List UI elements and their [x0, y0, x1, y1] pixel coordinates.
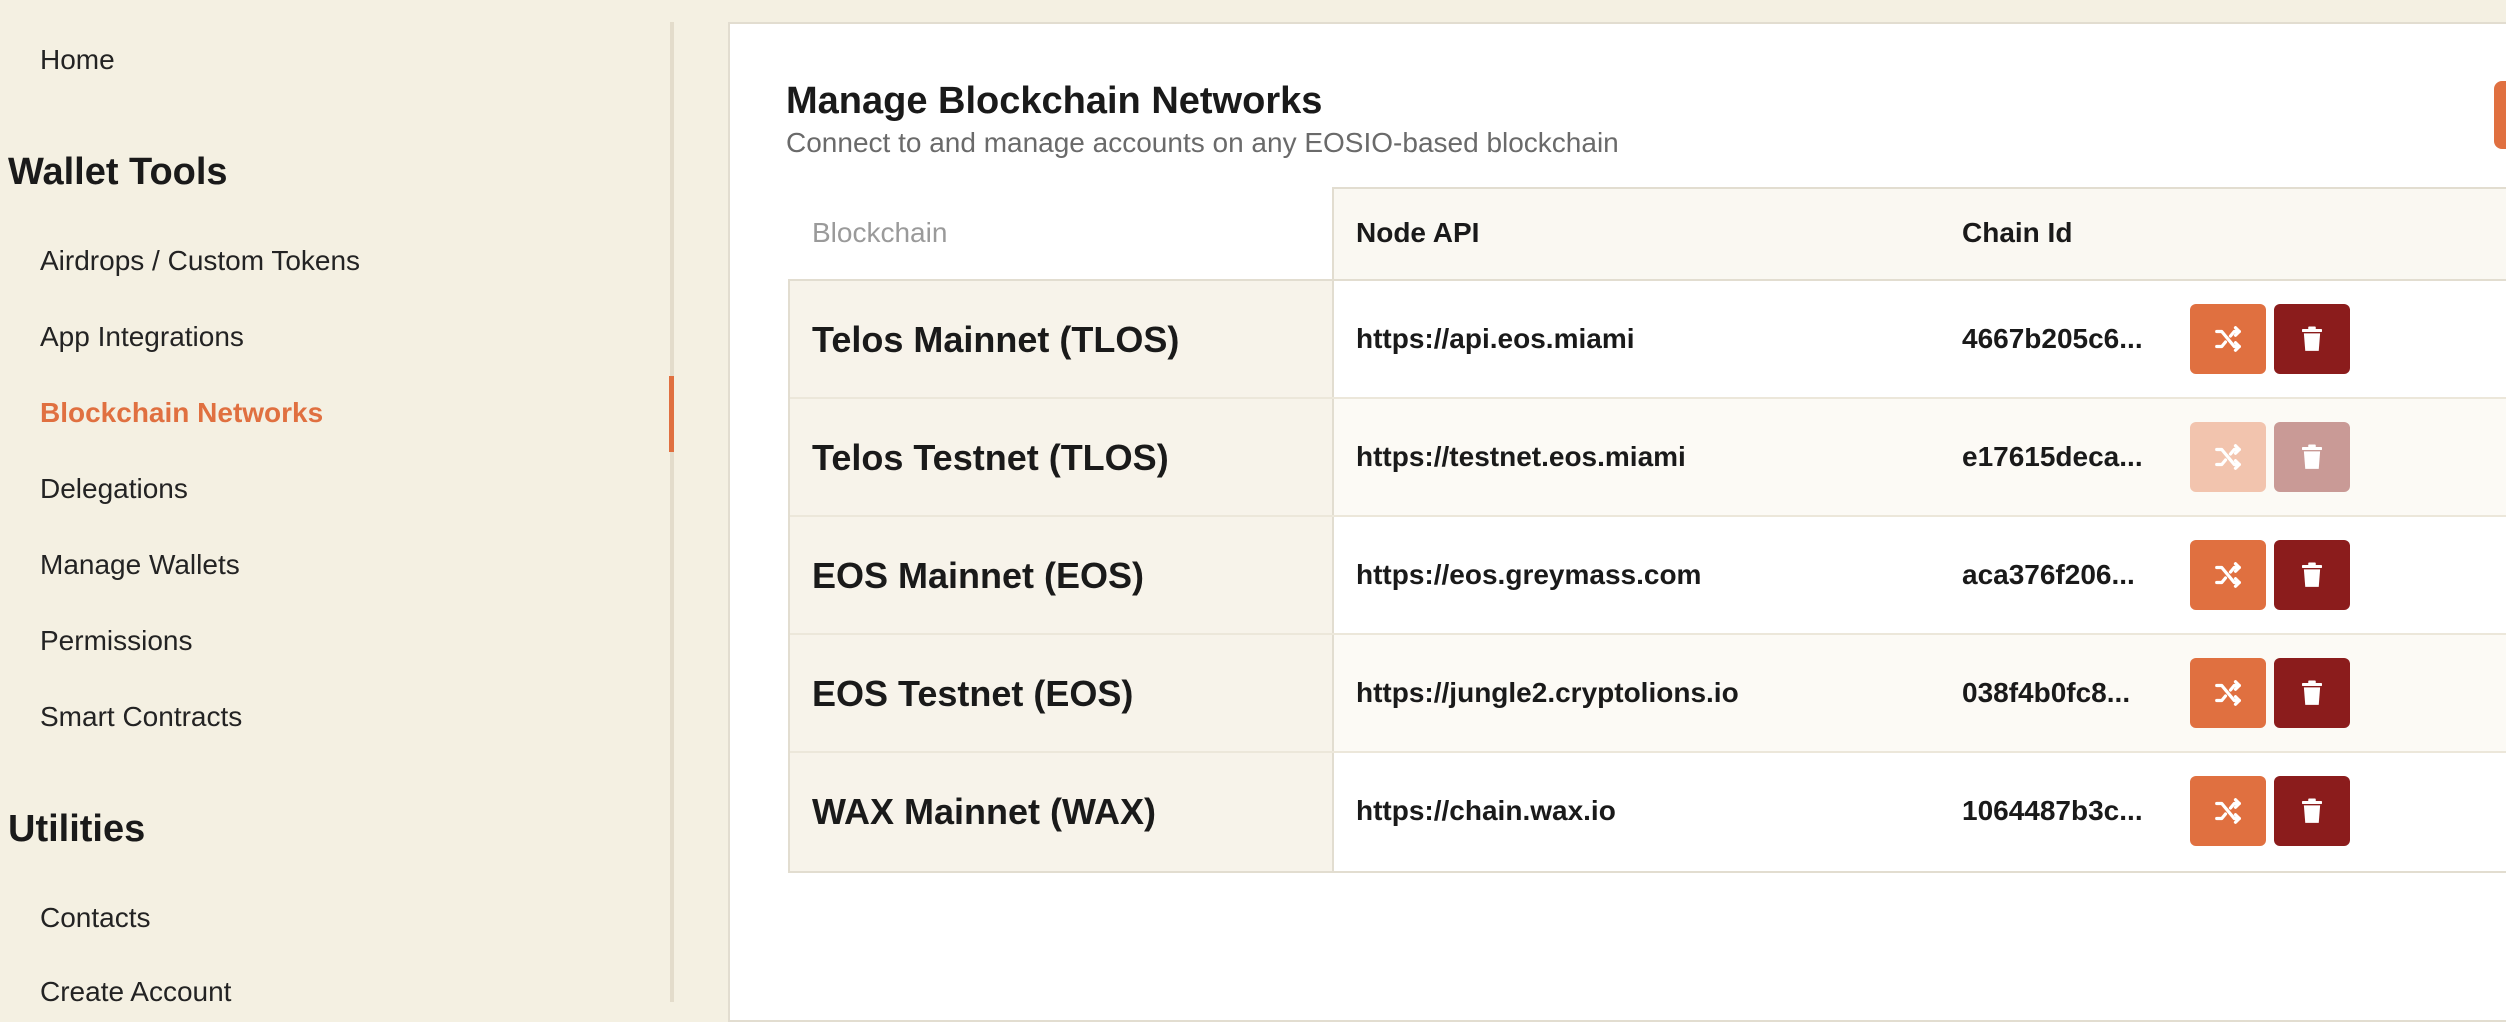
network-name: Telos Testnet (TLOS)	[812, 437, 1169, 478]
table-row: Telos Mainnet (TLOS) https://api.eos.mia…	[790, 281, 2506, 399]
section-title-utilities: Utilities	[8, 808, 146, 850]
node-api-url: https://api.eos.miami	[1356, 323, 1635, 354]
delete-network-button[interactable]	[2274, 776, 2350, 846]
sidebar: Home Wallet Tools Airdrops / Custom Toke…	[0, 0, 674, 1007]
nav-item-smart-contracts[interactable]: Smart Contracts	[40, 699, 242, 735]
delete-network-button[interactable]	[2274, 540, 2350, 610]
chain-id: aca376f206...	[1962, 559, 2135, 590]
active-nav-indicator	[669, 376, 674, 452]
nav-item-manage-wallets[interactable]: Manage Wallets	[40, 547, 240, 583]
nav-item-app-integrations[interactable]: App Integrations	[40, 319, 244, 355]
nav-item-create-account[interactable]: Create Account	[40, 974, 231, 1010]
nav-item-delegations[interactable]: Delegations	[40, 471, 188, 507]
networks-table: Blockchain Node API Chain Id Telos Mainn…	[788, 187, 2506, 873]
trash-icon	[2302, 326, 2322, 351]
shuffle-icon	[2215, 798, 2241, 824]
nav-item-home[interactable]: Home	[40, 42, 115, 78]
trash-icon	[2302, 444, 2322, 469]
shuffle-icon	[2215, 444, 2241, 470]
chain-id: 4667b205c6...	[1962, 323, 2143, 354]
switch-network-button[interactable]	[2190, 304, 2266, 374]
network-name: EOS Mainnet (EOS)	[812, 555, 1145, 596]
shuffle-icon	[2215, 326, 2241, 352]
table-row: WAX Mainnet (WAX) https://chain.wax.io 1…	[790, 753, 2506, 871]
network-name: EOS Testnet (EOS)	[812, 673, 1134, 714]
chain-id: 1064487b3c...	[1962, 795, 2143, 826]
shuffle-icon	[2215, 680, 2241, 706]
column-header-blockchain: Blockchain	[812, 217, 948, 248]
nav-item-blockchain-networks[interactable]: Blockchain Networks	[40, 395, 323, 431]
node-api-url: https://testnet.eos.miami	[1356, 441, 1686, 472]
delete-network-button[interactable]	[2274, 304, 2350, 374]
chain-id: e17615deca...	[1962, 441, 2143, 472]
networks-panel: Manage Blockchain Networks Connect to an…	[728, 22, 2506, 1022]
trash-icon	[2302, 680, 2322, 705]
trash-icon	[2302, 562, 2322, 587]
node-api-url: https://jungle2.cryptolions.io	[1356, 677, 1739, 708]
delete-network-button	[2274, 422, 2350, 492]
switch-network-button[interactable]	[2190, 776, 2266, 846]
node-api-url: https://eos.greymass.com	[1356, 559, 1702, 590]
nav-item-contacts[interactable]: Contacts	[40, 900, 151, 936]
column-header-node-api: Node API	[1356, 217, 1480, 248]
table-header: Blockchain Node API Chain Id	[788, 187, 2506, 279]
chain-id: 038f4b0fc8...	[1962, 677, 2131, 708]
section-title-wallet-tools: Wallet Tools	[8, 151, 228, 193]
node-api-url: https://chain.wax.io	[1356, 795, 1616, 826]
page-title: Manage Blockchain Networks	[786, 80, 1323, 122]
table-row: EOS Mainnet (EOS) https://eos.greymass.c…	[790, 517, 2506, 635]
delete-network-button[interactable]	[2274, 658, 2350, 728]
switch-network-button[interactable]	[2190, 658, 2266, 728]
switch-network-button	[2190, 422, 2266, 492]
add-network-button[interactable]	[2494, 81, 2506, 149]
nav-item-airdrops[interactable]: Airdrops / Custom Tokens	[40, 243, 360, 279]
network-name: WAX Mainnet (WAX)	[812, 791, 1156, 832]
shuffle-icon	[2215, 562, 2241, 588]
table-row: EOS Testnet (EOS) https://jungle2.crypto…	[790, 635, 2506, 753]
page-subtitle: Connect to and manage accounts on any EO…	[786, 127, 1619, 158]
column-header-chain-id: Chain Id	[1962, 217, 2073, 248]
network-name: Telos Mainnet (TLOS)	[812, 319, 1180, 360]
trash-icon	[2302, 798, 2322, 823]
table-row: Telos Testnet (TLOS) https://testnet.eos…	[790, 399, 2506, 517]
table-body: Telos Mainnet (TLOS) https://api.eos.mia…	[788, 279, 2506, 873]
sidebar-divider	[670, 22, 674, 1002]
switch-network-button[interactable]	[2190, 540, 2266, 610]
nav-item-permissions[interactable]: Permissions	[40, 623, 192, 659]
